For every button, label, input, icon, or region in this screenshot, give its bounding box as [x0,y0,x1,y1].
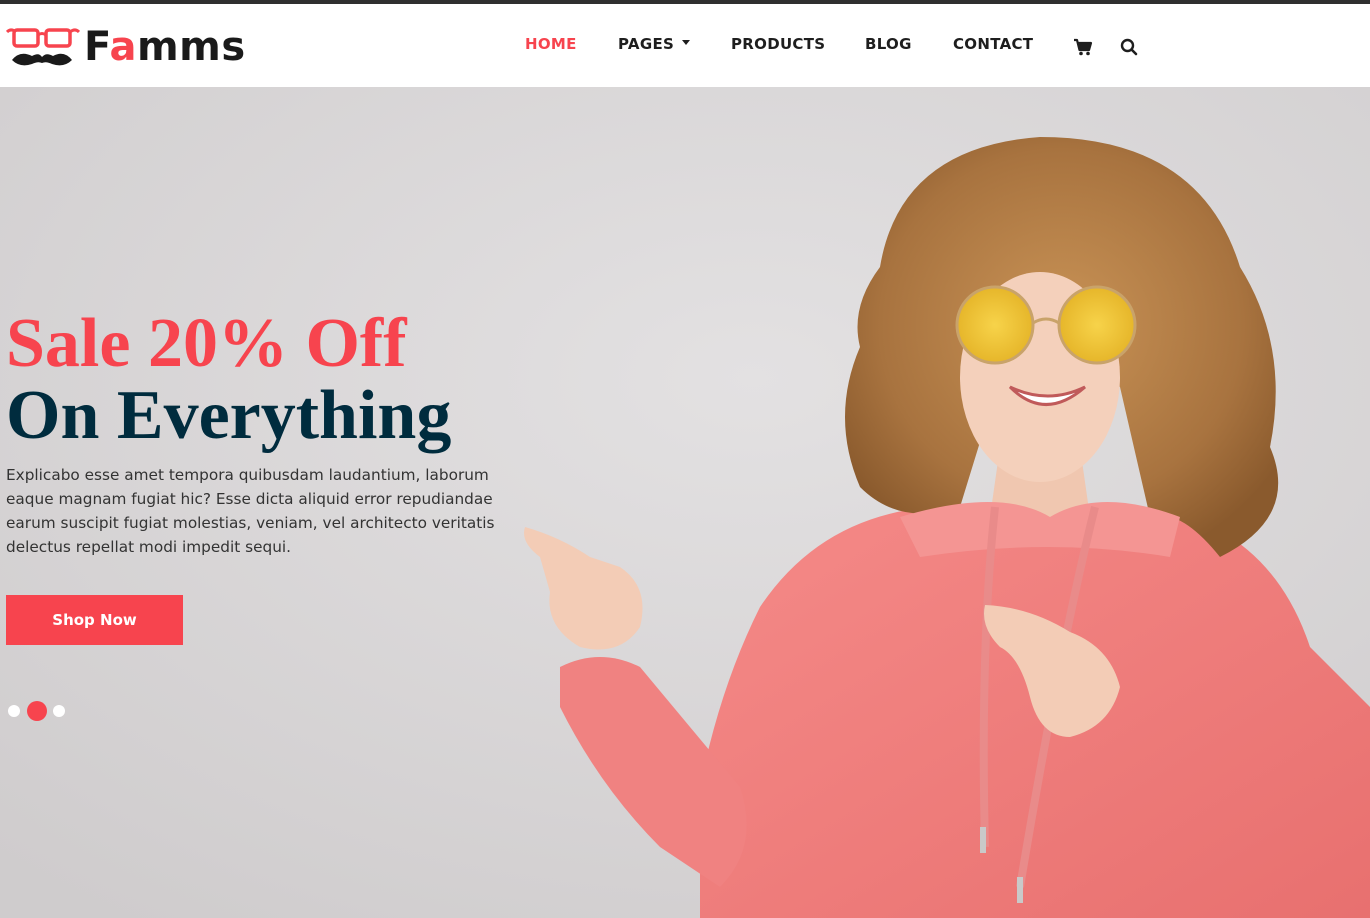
caret-down-icon [682,40,691,45]
hero-headline-everything: On Everything [6,377,452,454]
search-icon[interactable] [1119,37,1139,57]
cart-icon[interactable] [1073,37,1093,57]
nav-products[interactable]: PRODUCTS [731,35,825,53]
hero-headline-sale: Sale 20% Off [6,305,407,382]
shop-now-button[interactable]: Shop Now [6,595,183,645]
nav-blog[interactable]: BLOG [865,35,912,53]
nav-pages[interactable]: PAGES [618,35,691,53]
hero-headline: Sale 20% Off On Everything [6,309,451,451]
slider-dot-2-active[interactable] [27,701,47,721]
nav-pages-label: PAGES [618,35,675,53]
nav-contact[interactable]: CONTACT [953,35,1033,53]
main-nav: HOME PAGES PRODUCTS BLOG CONTACT [0,4,1370,87]
slider-dot-1[interactable] [8,705,20,717]
slider-dots [8,700,78,722]
hero-banner: Sale 20% Off On Everything Explicabo ess… [0,87,1370,918]
site-header: Famms HOME PAGES PRODUCTS BLOG CONTACT [0,4,1370,87]
nav-home[interactable]: HOME [525,35,577,53]
slider-dot-3[interactable] [53,705,65,717]
hero-description: Explicabo esse amet tempora quibusdam la… [6,466,495,556]
